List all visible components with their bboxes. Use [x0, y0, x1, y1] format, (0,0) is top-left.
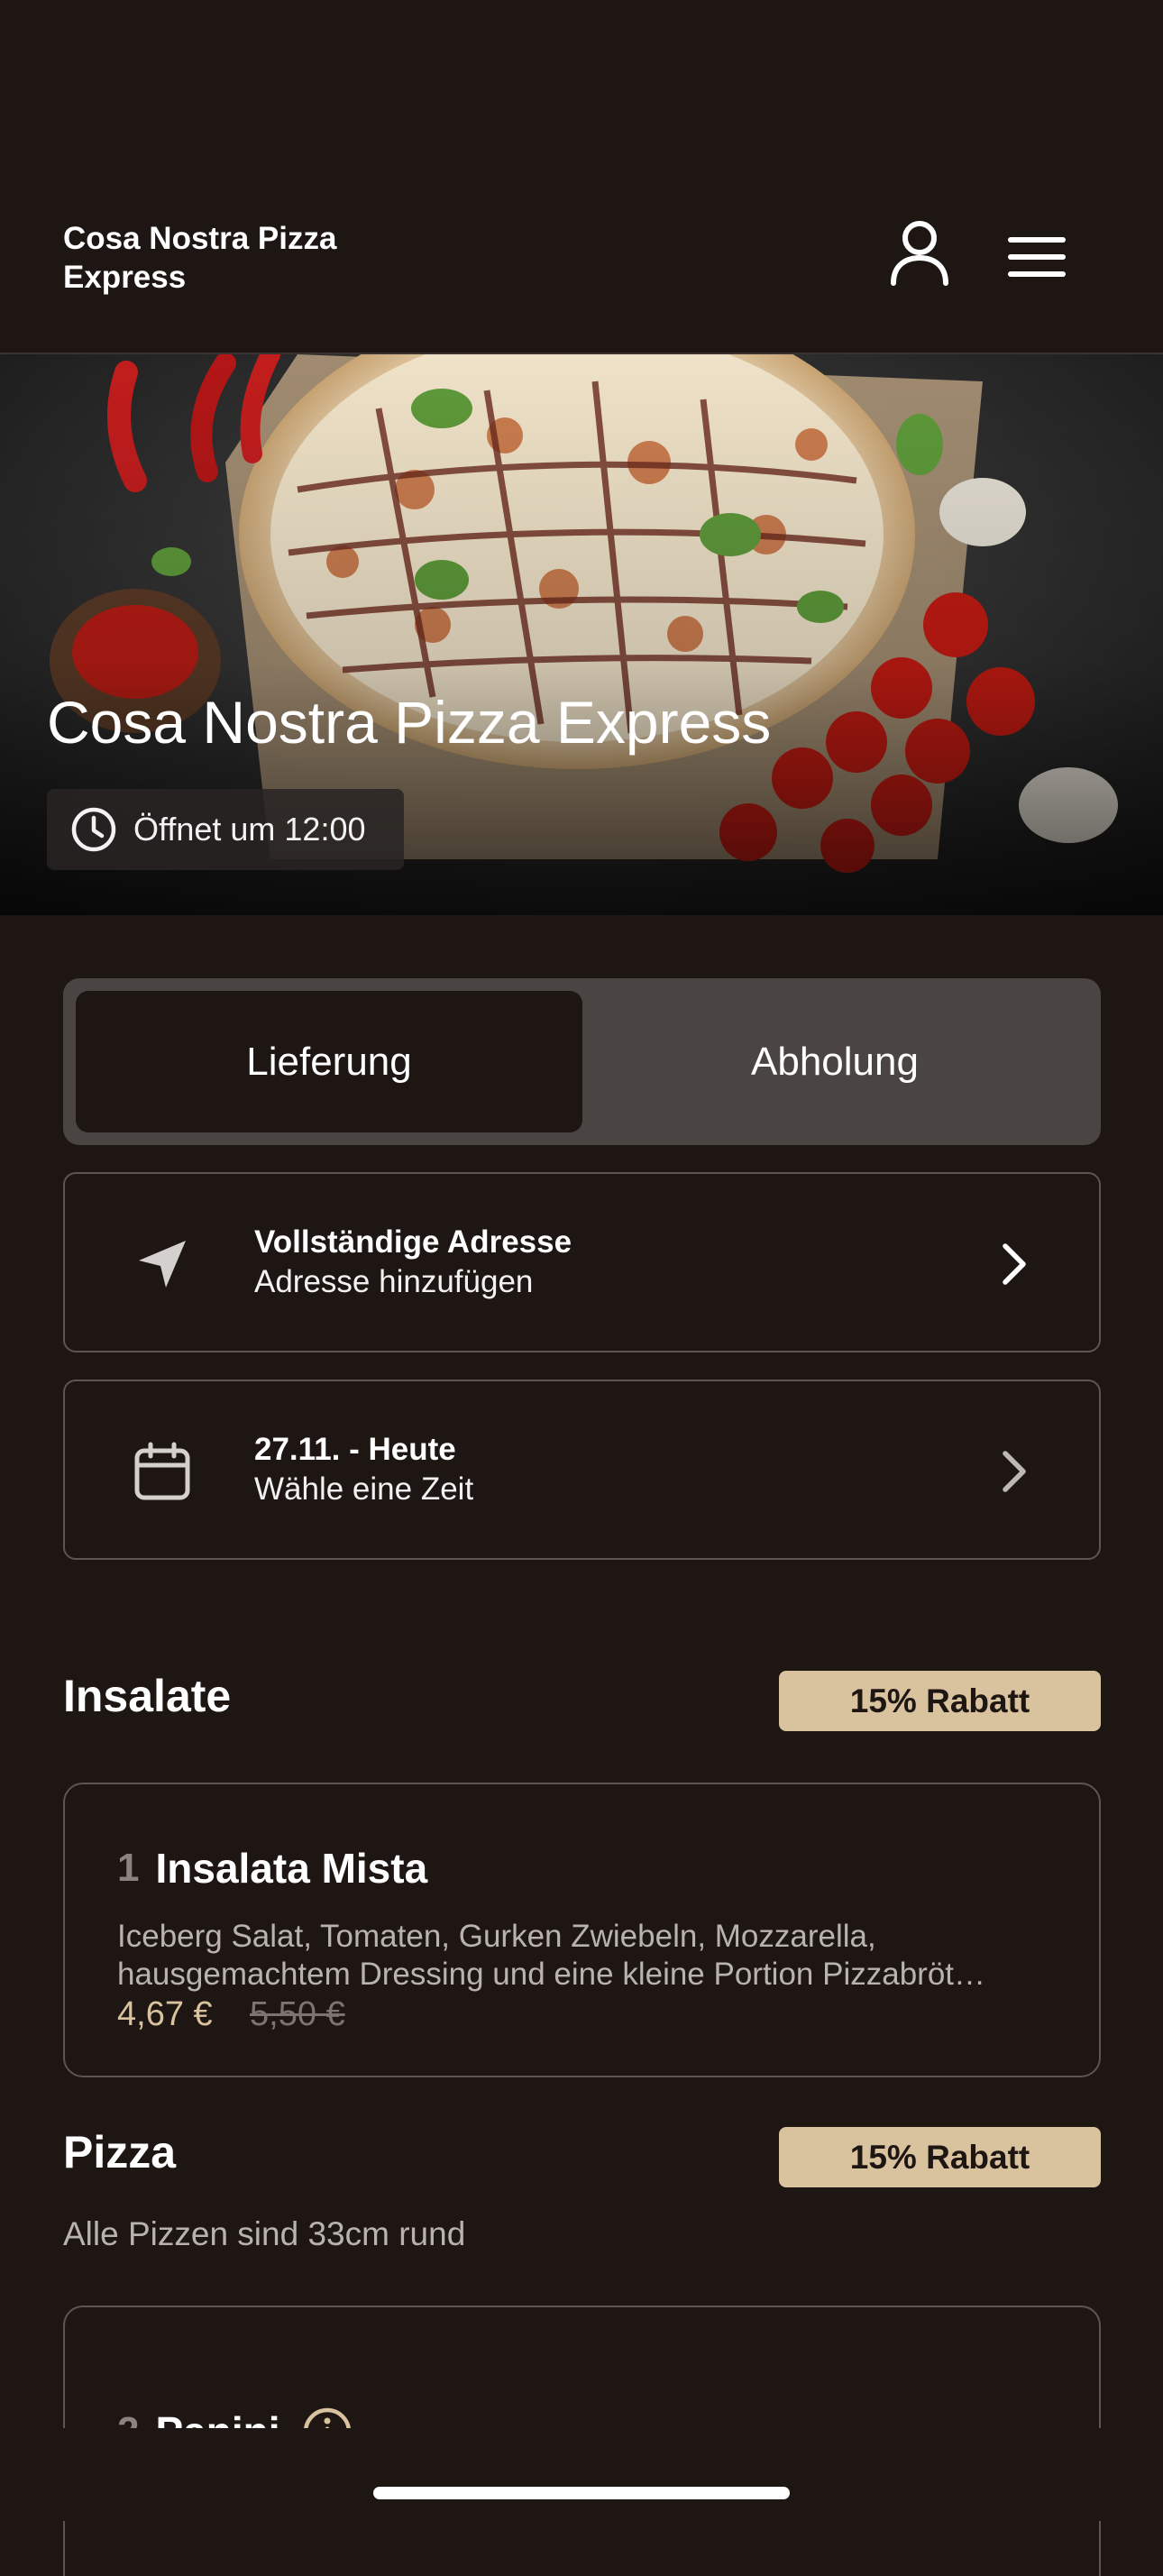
chevron-right-icon — [1003, 1243, 1026, 1285]
bottom-safe-area — [0, 2428, 1163, 2521]
tab-delivery[interactable]: Lieferung — [76, 991, 582, 1132]
hero-banner: Cosa Nostra Pizza Express Öffnet um 12:0… — [0, 354, 1163, 915]
chevron-right-icon — [1003, 1451, 1026, 1492]
discount-badge: 15% Rabatt — [779, 2127, 1101, 2187]
hero-title: Cosa Nostra Pizza Express — [47, 689, 772, 756]
item-description-line: hausgemachtem Dressing und eine kleine P… — [117, 1957, 986, 1992]
item-original-price: 5,50 € — [250, 1995, 345, 2033]
time-title: 27.11. - Heute — [254, 1432, 456, 1467]
home-indicator[interactable] — [373, 2487, 790, 2499]
order-mode-toggle: Lieferung Abholung — [63, 978, 1101, 1145]
item-description-line: Iceberg Salat, Tomaten, Gurken Zwiebeln,… — [117, 1919, 876, 1954]
clock-icon — [71, 807, 116, 852]
time-subtitle: Wähle eine Zeit — [254, 1471, 474, 1507]
address-subtitle: Adresse hinzufügen — [254, 1264, 534, 1299]
address-title: Vollständige Adresse — [254, 1224, 572, 1260]
tab-pickup[interactable]: Abholung — [582, 991, 1088, 1132]
brand-name[interactable]: Cosa Nostra Pizza Express — [63, 219, 361, 297]
item-number: 1 — [117, 1846, 140, 1890]
account-button[interactable] — [884, 216, 956, 289]
time-selector[interactable]: 27.11. - Heute Wähle eine Zeit — [63, 1380, 1101, 1560]
user-icon — [891, 221, 948, 286]
opening-hours-badge: Öffnet um 12:00 — [47, 789, 404, 870]
section-title-insalate: Insalate — [63, 1671, 232, 1721]
menu-button[interactable] — [1001, 225, 1073, 289]
hamburger-menu-icon — [1008, 237, 1066, 277]
item-price: 4,67 € — [117, 1995, 213, 2033]
section-title-pizza: Pizza — [63, 2127, 177, 2177]
menu-item-card[interactable]: 1 Insalata Mista Iceberg Salat, Tomaten,… — [63, 1783, 1101, 2077]
section-subtitle: Alle Pizzen sind 33cm rund — [63, 2215, 466, 2252]
calendar-icon — [128, 1437, 197, 1506]
item-description: Iceberg Salat, Tomaten, Gurken Zwiebeln,… — [117, 1918, 1055, 1994]
app-header — [0, 0, 1163, 354]
item-name: Insalata Mista — [155, 1845, 428, 1892]
item-header: 1 Insalata Mista — [117, 1844, 427, 1893]
opening-hours-text: Öffnet um 12:00 — [133, 811, 366, 848]
discount-badge: 15% Rabatt — [779, 1671, 1101, 1731]
address-selector[interactable]: Vollständige Adresse Adresse hinzufügen — [63, 1172, 1101, 1352]
navigation-arrow-icon — [128, 1230, 197, 1298]
